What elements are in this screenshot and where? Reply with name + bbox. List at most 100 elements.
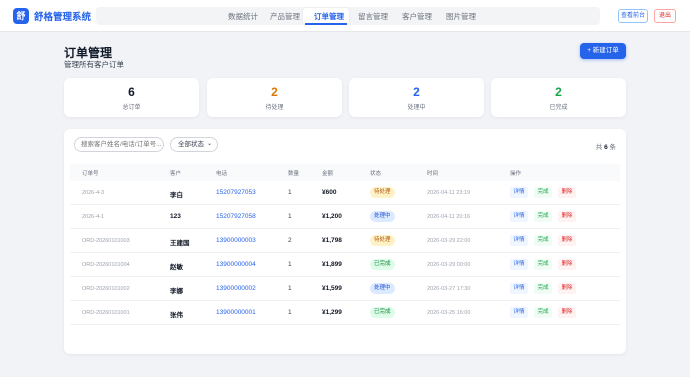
stat-value: 2: [271, 85, 278, 99]
col-time: 时间: [427, 171, 439, 177]
detail-button[interactable]: 详情: [510, 187, 528, 198]
order-amount: ¥600: [322, 189, 337, 196]
order-number: 2026-4-3: [82, 190, 105, 196]
customer-phone[interactable]: 15207927053: [216, 189, 256, 196]
count-prefix: 共: [595, 144, 603, 151]
stat-label: 待处理: [265, 105, 284, 111]
customer-name: 李白: [170, 192, 183, 199]
status-badge: 待处理: [370, 235, 395, 246]
complete-button[interactable]: 完成: [534, 307, 552, 318]
order-quantity: 1: [288, 261, 292, 268]
customer-phone[interactable]: 13900000003: [216, 237, 256, 244]
stat-label: 处理中: [407, 105, 426, 111]
view-frontend-button[interactable]: 查看前台: [618, 9, 648, 23]
customer-phone[interactable]: 13900000002: [216, 285, 256, 292]
order-quantity: 1: [288, 285, 292, 292]
table-row: ORD-20260101003 王建国 13900000003 2 ¥1,798 待处理 2…: [70, 229, 620, 253]
order-time: 2026-04-11 23:19: [427, 190, 471, 196]
order-quantity: 2: [288, 237, 292, 244]
col-qty: 数量: [288, 171, 300, 177]
delete-button[interactable]: 删除: [558, 259, 576, 270]
tab-orders[interactable]: 订单管理: [314, 11, 344, 22]
stat-value: 6: [128, 85, 135, 99]
col-order-no: 订单号: [82, 171, 99, 177]
new-order-button[interactable]: + 新建订单: [580, 43, 626, 59]
orders-panel: 全部状态 ⌄ 共 6 条 订单号 客户 电话 数量 金额 状态 时间 操作 20…: [64, 129, 626, 354]
delete-button[interactable]: 删除: [558, 307, 576, 318]
customer-name: 123: [170, 213, 181, 220]
order-number: 2026-4-1: [82, 214, 105, 220]
status-badge: 处理中: [370, 283, 395, 294]
chevron-down-icon: ⌄: [206, 141, 212, 147]
stat-card: 2 待处理: [207, 78, 342, 117]
search-input[interactable]: [74, 137, 164, 152]
status-badge: 处理中: [370, 211, 395, 222]
delete-button[interactable]: 删除: [558, 283, 576, 294]
status-badge: 已完成: [370, 307, 395, 318]
col-customer: 客户: [170, 171, 182, 177]
table-row: 2026-4-3 李白 15207927053 1 ¥600 待处理 2026-04-11 …: [70, 181, 620, 205]
logout-button[interactable]: 退出: [654, 9, 676, 23]
complete-button[interactable]: 完成: [534, 235, 552, 246]
customer-name: 赵敏: [170, 264, 183, 271]
complete-button[interactable]: 完成: [534, 211, 552, 222]
record-count: 共 6 条: [596, 141, 616, 151]
tab-images[interactable]: 图片管理: [446, 11, 476, 22]
col-status: 状态: [370, 171, 382, 177]
order-number: ORD-20260101003: [82, 238, 130, 244]
complete-button[interactable]: 完成: [534, 187, 552, 198]
tab-products[interactable]: 产品管理: [270, 11, 300, 22]
order-amount: ¥1,599: [322, 285, 342, 292]
stat-card: 2 已完成: [491, 78, 626, 117]
delete-button[interactable]: 删除: [558, 235, 576, 246]
status-badge: 待处理: [370, 187, 395, 198]
order-time: 2026-03-29 00:00: [427, 262, 471, 268]
top-bar: 舒 舒格管理系统 数据统计 产品管理 订单管理 留言管理 客户管理 图片管理 查…: [0, 0, 690, 32]
complete-button[interactable]: 完成: [534, 283, 552, 294]
order-time: 2026-03-27 17:30: [427, 286, 471, 292]
col-actions: 操作: [510, 171, 522, 177]
customer-phone[interactable]: 15207927058: [216, 213, 256, 220]
table-row: ORD-20260101004 赵敏 13900000004 1 ¥1,899 已完成 20…: [70, 253, 620, 277]
order-quantity: 1: [288, 309, 292, 316]
order-time: 2026-03-25 16:00: [427, 310, 471, 316]
customer-phone[interactable]: 13900000004: [216, 261, 256, 268]
stat-value: 2: [413, 85, 420, 99]
tab-messages[interactable]: 留言管理: [358, 11, 388, 22]
tab-customers[interactable]: 客户管理: [402, 11, 432, 22]
page-subtitle: 管理所有客户订单: [64, 60, 124, 69]
app-title: 舒格管理系统: [34, 12, 92, 23]
stat-card: 2 处理中: [349, 78, 484, 117]
customer-name: 王建国: [170, 240, 190, 247]
tab-statistics[interactable]: 数据统计: [228, 11, 258, 22]
status-filter-select[interactable]: 全部状态 ⌄: [170, 137, 218, 152]
customer-phone[interactable]: 13900000001: [216, 309, 256, 316]
order-amount: ¥1,798: [322, 237, 342, 244]
order-time: 2026-03-29 22:00: [427, 238, 471, 244]
status-badge: 已完成: [370, 259, 395, 270]
order-amount: ¥1,899: [322, 261, 342, 268]
stat-value: 2: [555, 85, 562, 99]
table-row: 2026-4-1 123 15207927058 1 ¥1,200 处理中 2026-04-…: [70, 205, 620, 229]
delete-button[interactable]: 删除: [558, 211, 576, 222]
customer-name: 李娜: [170, 288, 183, 295]
count-number: 6: [604, 144, 608, 151]
table-row: ORD-20260101001 张伟 13900000001 1 ¥1,299 已完成 20…: [70, 301, 620, 325]
order-amount: ¥1,299: [322, 309, 342, 316]
detail-button[interactable]: 详情: [510, 235, 528, 246]
order-number: ORD-20260101001: [82, 310, 130, 316]
order-quantity: 1: [288, 213, 292, 220]
order-quantity: 1: [288, 189, 292, 196]
detail-button[interactable]: 详情: [510, 211, 528, 222]
detail-button[interactable]: 详情: [510, 283, 528, 294]
order-number: ORD-20260101002: [82, 286, 130, 292]
detail-button[interactable]: 详情: [510, 307, 528, 318]
main-nav: 数据统计 产品管理 订单管理 留言管理 客户管理 图片管理: [96, 7, 600, 25]
stat-label: 总订单: [122, 105, 141, 111]
app-logo: 舒: [13, 8, 29, 24]
order-time: 2026-04-11 20:16: [427, 214, 471, 220]
detail-button[interactable]: 详情: [510, 259, 528, 270]
table-row: ORD-20260101002 李娜 13900000002 1 ¥1,599 处理中 20…: [70, 277, 620, 301]
delete-button[interactable]: 删除: [558, 187, 576, 198]
complete-button[interactable]: 完成: [534, 259, 552, 270]
